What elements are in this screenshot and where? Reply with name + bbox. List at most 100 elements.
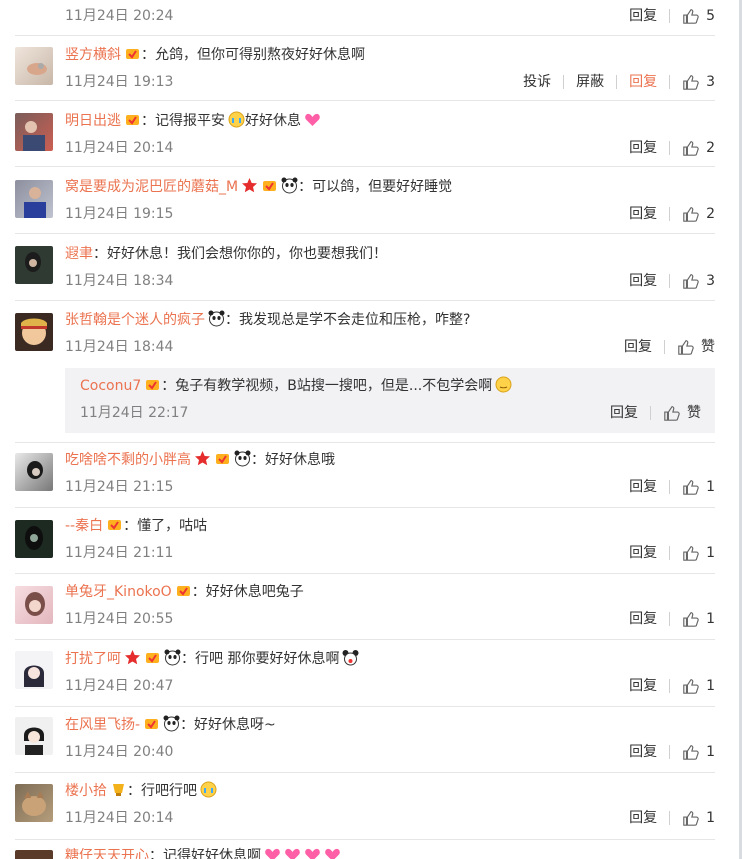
comment-actions: 回复 赞 xyxy=(624,337,715,357)
thumbs-up-icon xyxy=(683,9,699,24)
heart-icon xyxy=(324,846,341,859)
avatar[interactable] xyxy=(15,180,53,218)
heart-icon xyxy=(304,846,321,859)
reply-button[interactable]: 回复 xyxy=(629,477,657,497)
like-count: 1 xyxy=(706,810,715,826)
panda-icon xyxy=(164,649,181,666)
like-button[interactable]: 1 xyxy=(682,609,715,629)
reply-button[interactable]: 回复 xyxy=(629,271,657,291)
avatar[interactable] xyxy=(15,453,53,491)
username-link[interactable]: 窝是要成为泥巴匠的蘑菇_M xyxy=(65,179,238,195)
shrug-emoji-icon xyxy=(495,376,512,393)
avatar[interactable] xyxy=(15,246,53,284)
avatar[interactable] xyxy=(15,520,53,558)
like-button[interactable]: 2 xyxy=(682,138,715,158)
like-button[interactable]: 2 xyxy=(682,204,715,224)
like-count: 3 xyxy=(706,74,715,90)
reply-button[interactable]: 回复 xyxy=(610,403,638,423)
username-link[interactable]: 在风里飞扬- xyxy=(65,717,140,733)
heart-icon xyxy=(264,846,281,859)
like-button[interactable]: 3 xyxy=(682,72,715,92)
username-link[interactable]: Coconu7 xyxy=(80,378,141,394)
reply-button[interactable]: 回复 xyxy=(629,6,657,26)
comment-actions: 回复 1 xyxy=(629,609,715,629)
avatar[interactable] xyxy=(15,47,53,85)
star-badge-icon xyxy=(241,177,258,194)
comment-item: 窝是要成为泥巴匠的蘑菇_M ：可以鸽，但要好好睡觉 11月24日 19:15 回复… xyxy=(15,167,715,234)
reply-button[interactable]: 回复 xyxy=(629,676,657,696)
username-link[interactable]: 遐聿 xyxy=(65,246,93,262)
like-button[interactable]: 5 xyxy=(682,6,715,26)
like-count: 5 xyxy=(706,8,715,24)
comment-body: ：可以鸽，但要好好睡觉 xyxy=(298,179,453,195)
reply-button[interactable]: 回复 xyxy=(629,742,657,762)
comment-time: 11月24日 19:15 xyxy=(65,206,174,222)
comment-body: ：行吧行吧 xyxy=(127,783,197,799)
like-button[interactable]: 1 xyxy=(682,543,715,563)
comment-actions: 回复 2 xyxy=(629,138,715,158)
divider xyxy=(669,612,671,626)
reply-thread: Coconu7 ：兔子有教学视频，B站搜一搜吧，但是...不包学会啊 11月24日… xyxy=(65,368,715,433)
reply-button[interactable]: 回复 xyxy=(629,138,657,158)
username-link[interactable]: 单兔牙_KinokoO xyxy=(65,584,172,600)
like-button[interactable]: 赞 xyxy=(677,337,715,357)
avatar[interactable] xyxy=(15,850,53,859)
comment-item: 张哲翰是个迷人的疯子 ：我发现总是学不会走位和压枪，咋整? 11月24日 18:4… xyxy=(15,301,715,443)
comment-time: 11月24日 18:34 xyxy=(65,273,174,289)
reply-button[interactable]: 回复 xyxy=(629,72,657,92)
reply-button[interactable]: 回复 xyxy=(629,808,657,828)
comment-item: 吃啥啥不剩的小胖高 ：好好休息哦 11月24日 21:15 回复 1 xyxy=(15,443,715,508)
avatar[interactable] xyxy=(15,113,53,151)
avatar[interactable] xyxy=(15,651,53,689)
comment-actions: 回复 1 xyxy=(629,477,715,497)
report-button[interactable]: 投诉 xyxy=(523,72,551,92)
avatar[interactable] xyxy=(15,717,53,755)
divider xyxy=(616,75,618,89)
comment-body: ：懂了，咕咕 xyxy=(123,518,208,534)
avatar[interactable] xyxy=(15,586,53,624)
username-link[interactable]: 糖仔天天开心 xyxy=(65,848,149,859)
username-link[interactable]: 张哲翰是个迷人的疯子 xyxy=(65,312,205,328)
comment-item: --秦白 ：懂了，咕咕 11月24日 21:11 回复 1 xyxy=(15,508,715,574)
reply-button[interactable]: 回复 xyxy=(624,337,652,357)
comment-item: 单兔牙_KinokoO ：好好休息吧兔子 11月24日 20:55 回复 1 xyxy=(15,574,715,640)
reply-button[interactable]: 回复 xyxy=(629,543,657,563)
like-button[interactable]: 3 xyxy=(682,271,715,291)
reply-button[interactable]: 回复 xyxy=(629,204,657,224)
like-count: 2 xyxy=(706,140,715,156)
like-button[interactable]: 1 xyxy=(682,742,715,762)
comment-time: 11月24日 18:44 xyxy=(65,339,174,355)
star-badge-icon xyxy=(124,649,141,666)
thumbs-up-icon xyxy=(683,480,699,495)
like-button[interactable]: 1 xyxy=(682,808,715,828)
username-link[interactable]: 吃啥啥不剩的小胖高 xyxy=(65,452,191,468)
comment-time: 11月24日 21:15 xyxy=(65,479,174,495)
avatar[interactable] xyxy=(15,784,53,822)
thumbs-up-icon xyxy=(683,274,699,289)
like-label: 赞 xyxy=(687,405,701,421)
comment-body: ：记得报平安 xyxy=(141,113,225,129)
reply-button[interactable]: 回复 xyxy=(629,609,657,629)
comment-actions: 回复 1 xyxy=(629,676,715,696)
block-button[interactable]: 屏蔽 xyxy=(576,72,604,92)
mouse-emoji-icon xyxy=(342,649,359,666)
like-count: 1 xyxy=(706,611,715,627)
like-button[interactable]: 1 xyxy=(682,477,715,497)
username-link[interactable]: 竖方横斜 xyxy=(65,47,121,63)
comment-item: 竖方横斜 ：允鸽，但你可得别熬夜好好休息啊 11月24日 19:13 投诉 屏蔽 … xyxy=(15,36,715,101)
avatar[interactable] xyxy=(15,313,53,351)
username-link[interactable]: --秦白 xyxy=(65,518,103,534)
thumbs-up-icon xyxy=(683,679,699,694)
like-button[interactable]: 赞 xyxy=(663,403,701,423)
panda-icon xyxy=(163,715,180,732)
heart-icon xyxy=(304,111,321,128)
crying-emoji-icon xyxy=(228,111,245,128)
comment-panel: 11月24日 20:24 回复 5 竖方横斜 ：允鸽，但你可得别熬夜好好休息啊 1… xyxy=(0,0,739,859)
like-label: 赞 xyxy=(701,339,715,355)
comment-text: 竖方横斜 ：允鸽，但你可得别熬夜好好休息啊 xyxy=(65,45,365,65)
username-link[interactable]: 楼小拾 xyxy=(65,783,107,799)
like-button[interactable]: 1 xyxy=(682,676,715,696)
divider xyxy=(669,546,671,560)
username-link[interactable]: 打扰了呵 xyxy=(65,651,121,667)
username-link[interactable]: 明日出逃 xyxy=(65,113,121,129)
